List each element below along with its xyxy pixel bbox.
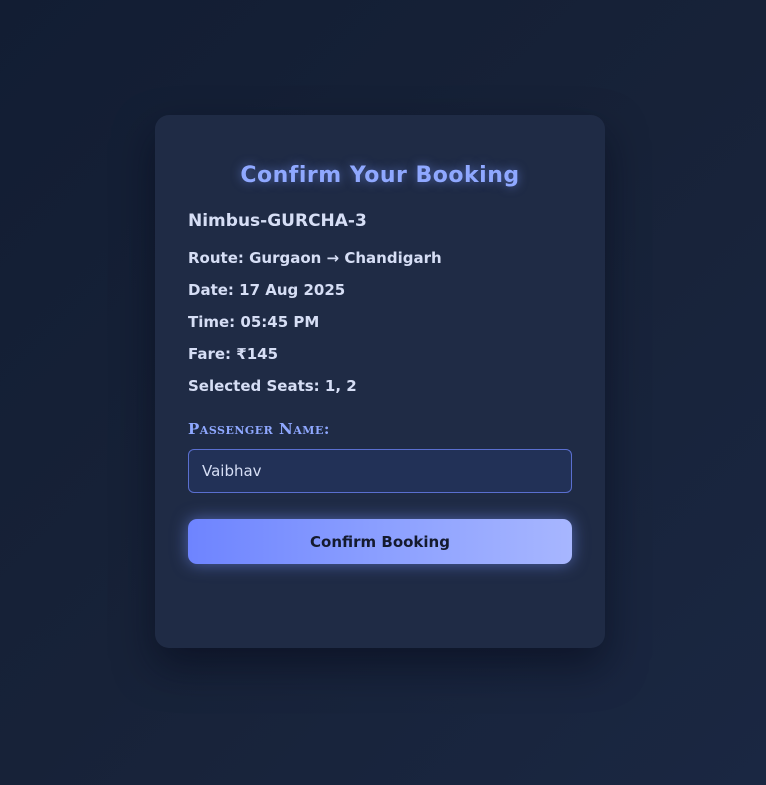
selected-seats-detail: Selected Seats: 1, 2 (188, 377, 357, 395)
passenger-name-input[interactable] (188, 449, 572, 493)
passenger-name-label: Passenger Name: (188, 420, 330, 438)
booking-confirmation-card: Confirm Your Booking Nimbus-GURCHA-3 Rou… (155, 115, 605, 648)
date-detail: Date: 17 Aug 2025 (188, 281, 346, 299)
route-detail: Route: Gurgaon → Chandigarh (188, 249, 442, 267)
bus-name: Nimbus-GURCHA-3 (188, 211, 367, 231)
time-detail: Time: 05:45 PM (188, 313, 320, 331)
confirm-booking-button[interactable]: Confirm Booking (188, 519, 572, 564)
fare-detail: Fare: ₹145 (188, 345, 279, 363)
page-title: Confirm Your Booking (240, 163, 520, 188)
